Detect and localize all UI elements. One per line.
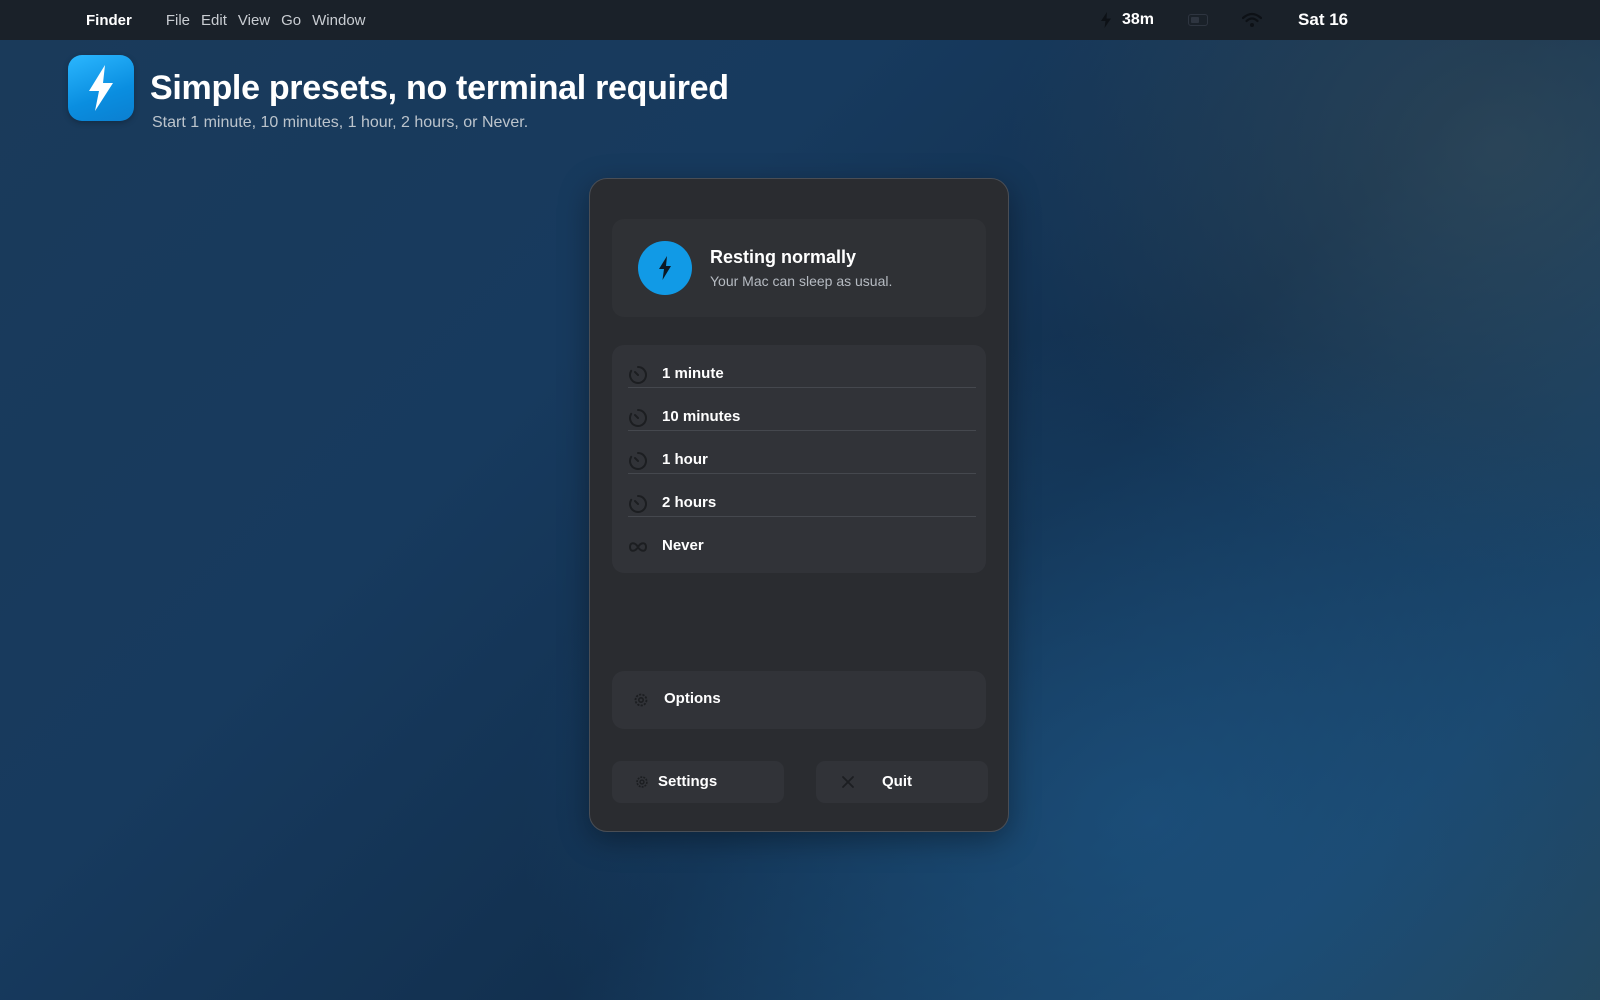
preset-label: 10 minutes [662, 408, 741, 425]
timer-icon [629, 495, 647, 513]
preset-label: Never [662, 537, 704, 554]
status-badge [638, 241, 692, 295]
settings-label: Settings [658, 773, 718, 790]
menu-date[interactable]: Sat 16 [1298, 10, 1348, 30]
preset-1-minute[interactable]: 1 minute [612, 345, 986, 388]
gear-icon [636, 776, 648, 788]
options-button[interactable]: Options [612, 671, 986, 729]
quit-label: Quit [882, 773, 912, 790]
menu-bar-right: 38m Sat 16 [1100, 0, 1348, 40]
infinity-icon [628, 542, 648, 552]
menu-timer[interactable]: 38m [1122, 11, 1154, 29]
quit-button[interactable]: Quit [816, 761, 988, 803]
page-title: Simple presets, no terminal required [150, 69, 729, 107]
menu-view[interactable]: View [238, 12, 270, 29]
bolt-icon [89, 65, 113, 111]
bolt-icon [659, 256, 671, 280]
timer-icon [629, 366, 647, 384]
preset-1-hour[interactable]: 1 hour [612, 431, 986, 474]
preset-list: 1 minute 10 minutes 1 hour 2 hours Never [612, 345, 986, 573]
menu-file[interactable]: File [166, 12, 190, 29]
battery-icon[interactable] [1188, 14, 1209, 26]
status-subtitle: Your Mac can sleep as usual. [710, 273, 893, 289]
wifi-icon[interactable] [1242, 12, 1263, 28]
menu-window[interactable]: Window [312, 12, 365, 29]
menu-popover-panel: Resting normally Your Mac can sleep as u… [589, 178, 1009, 832]
status-title: Resting normally [710, 247, 857, 267]
page-subtitle: Start 1 minute, 10 minutes, 1 hour, 2 ho… [152, 114, 529, 131]
preset-label: 1 minute [662, 365, 724, 382]
menu-edit[interactable]: Edit [201, 12, 227, 29]
menu-app-name[interactable]: Finder [86, 12, 132, 29]
preset-2-hours[interactable]: 2 hours [612, 474, 986, 517]
options-label: Options [664, 690, 721, 707]
menu-bar-left: Finder File Edit View Go Window [86, 0, 377, 40]
menu-go[interactable]: Go [281, 12, 301, 29]
bolt-icon[interactable] [1100, 12, 1112, 28]
gear-icon [634, 693, 648, 707]
timer-icon [629, 452, 647, 470]
preset-10-minutes[interactable]: 10 minutes [612, 388, 986, 431]
preset-label: 1 hour [662, 451, 708, 468]
settings-button[interactable]: Settings [612, 761, 784, 803]
close-icon [842, 776, 854, 788]
preset-label: 2 hours [662, 494, 717, 511]
app-icon [68, 55, 134, 121]
menu-bar: Finder File Edit View Go Window 38m Sat … [0, 0, 1600, 40]
status-card: Resting normally Your Mac can sleep as u… [612, 219, 986, 317]
preset-never[interactable]: Never [612, 517, 986, 560]
timer-icon [629, 409, 647, 427]
